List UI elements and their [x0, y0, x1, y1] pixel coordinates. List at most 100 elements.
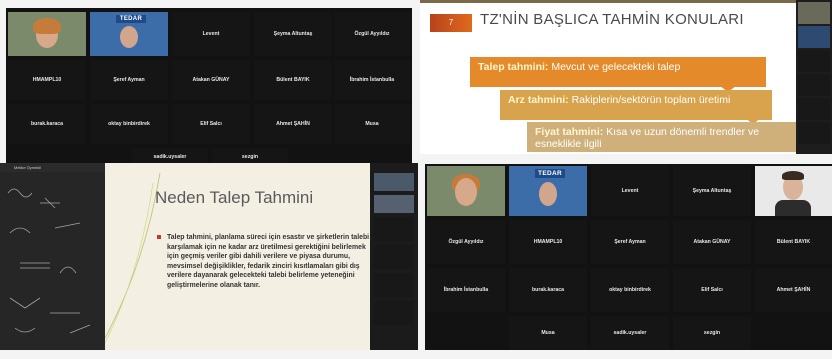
participant-name: Levent — [621, 188, 639, 194]
thumbnail-tile[interactable] — [374, 273, 414, 297]
participant-tile[interactable]: HMAMPL10 — [8, 60, 86, 100]
participant-tile[interactable]: Atakan GÜNAY — [673, 220, 751, 264]
participant-name: Levent — [202, 31, 220, 37]
participant-tile[interactable]: Özgül Ayyıldız — [334, 12, 410, 56]
participant-name: Özgül Ayyıldız — [354, 31, 390, 37]
video-tile[interactable] — [427, 166, 505, 216]
participant-tile[interactable]: İbrahim İstanbulla — [334, 60, 410, 100]
thumbnail-tile[interactable] — [798, 74, 830, 96]
participant-face — [455, 178, 477, 206]
video-tile[interactable] — [755, 166, 832, 216]
participant-tile[interactable]: sezgin — [673, 316, 751, 350]
participant-tile[interactable]: Atakan GÜNAY — [172, 60, 250, 100]
participant-tile[interactable]: Levent — [591, 166, 669, 216]
participant-name: HMAMPL10 — [32, 77, 62, 83]
thumbnail-tile[interactable] — [798, 50, 830, 72]
slide-title: Neden Talep Tahmini — [155, 188, 314, 207]
bullet-icon — [157, 235, 161, 239]
thumbnail-tile[interactable] — [798, 98, 830, 120]
shared-slide-top-right: 7 TZ'NİN BAŞLICA TAHMİN KONULARI Talep t… — [420, 0, 832, 154]
participant-hair — [33, 18, 61, 34]
participant-name: İbrahim İstanbulla — [349, 77, 395, 83]
thumbnail-tile[interactable] — [374, 301, 414, 325]
participant-name: Ahmet ŞAHİN — [776, 287, 811, 293]
participant-tile[interactable]: Özgül Ayyıldız — [427, 220, 505, 264]
participant-tile[interactable]: burak.karaca — [509, 268, 587, 312]
participant-tile[interactable]: Ahmet ŞAHİN — [755, 268, 832, 312]
participant-tile[interactable]: Bülent BAYIK — [254, 60, 332, 100]
video-tile[interactable] — [8, 12, 86, 56]
participant-name: sezgin — [241, 153, 259, 160]
participant-face — [539, 182, 557, 206]
participant-name: sadik.uysaler — [613, 330, 647, 336]
participant-tile[interactable]: Bülent BAYIK — [755, 220, 832, 264]
participant-tile[interactable]: burak.karaca — [8, 104, 86, 144]
participant-tile[interactable]: Elif Salcı — [172, 104, 250, 144]
participant-name: Bülent BAYIK — [276, 77, 310, 83]
thumbnail-tile[interactable] — [374, 217, 414, 241]
thumbnail-video[interactable] — [374, 195, 414, 213]
participant-tile[interactable]: sadik.uysaler — [591, 316, 669, 350]
participant-name: burak.karaca — [30, 121, 63, 127]
participant-name: Şeref Ayman — [113, 77, 145, 83]
participant-tile[interactable]: Şeyma Altuntaş — [673, 166, 751, 216]
thumbnail-video[interactable] — [798, 2, 830, 24]
forecast-step-2: Arz tahmini: Rakiplerin/sektörün toplam … — [500, 90, 772, 120]
participant-tile[interactable]: Şeref Ayman — [591, 220, 669, 264]
step-text: Rakiplerin/sektörün toplam üretimi — [568, 94, 731, 106]
tedar-logo: TEDAR — [116, 15, 146, 23]
participant-tile[interactable]: oktay binbirdirek — [90, 104, 168, 144]
math-formulas-image — [0, 163, 105, 350]
step-heading: Talep tahmini: — [478, 61, 549, 73]
slide-body: Talep tahmini, planlama süreci için esas… — [167, 234, 370, 289]
participant-tile[interactable]: Ahmet ŞAHİN — [254, 104, 332, 144]
participant-name: oktay binbirdirek — [609, 287, 651, 293]
participant-tile[interactable]: Musa — [509, 316, 587, 350]
shared-slide-bottom-left: Melike Öymekli Neden Talep Tahmini Talep… — [0, 163, 418, 350]
tedar-logo: TEDAR — [535, 169, 565, 178]
step-text: Mevcut ve gelecekteki talep — [548, 61, 681, 73]
participant-name: Şeref Ayman — [614, 239, 646, 245]
participant-name: Ahmet ŞAHİN — [276, 121, 310, 127]
participant-name: Bülent BAYIK — [776, 239, 811, 245]
participant-name: oktay binbirdirek — [108, 121, 150, 127]
slide-content: Neden Talep Tahmini Talep tahmini, planl… — [105, 163, 370, 350]
participant-name: HMAMPL10 — [533, 239, 563, 245]
thumbnail-video[interactable] — [798, 26, 830, 48]
participant-tile[interactable]: HMAMPL10 — [509, 220, 587, 264]
participant-name: Özgül Ayyıldız — [448, 239, 484, 245]
chalkboard-image — [0, 163, 105, 350]
thumbnail-tile[interactable] — [798, 122, 830, 144]
participant-tile[interactable]: İbrahim İstanbulla — [427, 268, 505, 312]
participant-tile[interactable]: Levent — [172, 12, 250, 56]
video-tile[interactable]: TEDAR — [509, 166, 587, 216]
participant-tile[interactable]: Elif Salcı — [673, 268, 751, 312]
slide-number-tag: 7 — [430, 14, 472, 32]
participant-face — [120, 26, 138, 48]
participant-name: Musa — [365, 121, 379, 127]
participant-tile[interactable]: oktay binbirdirek — [591, 268, 669, 312]
participant-name: sezgin — [703, 330, 721, 336]
participant-name: Şeyma Altuntaş — [692, 188, 732, 194]
thumbnail-video[interactable] — [374, 173, 414, 191]
participant-tile[interactable]: Şeref Ayman — [90, 60, 168, 100]
participant-name: burak.karaca — [531, 287, 564, 293]
participant-name: Elif Salcı — [200, 121, 222, 127]
slide-top-bar — [420, 0, 832, 3]
participant-name: Atakan GÜNAY — [192, 77, 230, 83]
meeting-grid-bottom-right: TEDAR Levent Şeyma Altuntaş Özgül Ayyıld… — [425, 164, 832, 350]
participant-hair — [782, 171, 804, 180]
participant-tile[interactable]: Musa — [334, 104, 410, 144]
participant-name: Atakan GÜNAY — [693, 239, 731, 245]
participant-tile[interactable]: Şeyma Altuntaş — [254, 12, 332, 56]
video-tile[interactable]: TEDAR — [90, 12, 168, 56]
step-heading: Arz tahmini: — [508, 94, 569, 106]
participant-thumbnail-column — [796, 0, 832, 154]
participant-suit — [775, 200, 811, 216]
participant-name: sadik.uysaler — [153, 153, 187, 160]
presenter-name: Melike Öymekli — [14, 165, 42, 170]
participant-thumbnail-column — [370, 163, 418, 350]
participant-name: Musa — [541, 330, 555, 336]
meeting-grid-top-left: TEDAR Levent Şeyma Altuntaş Özgül Ayyıld… — [6, 8, 412, 165]
thumbnail-tile[interactable] — [374, 245, 414, 269]
